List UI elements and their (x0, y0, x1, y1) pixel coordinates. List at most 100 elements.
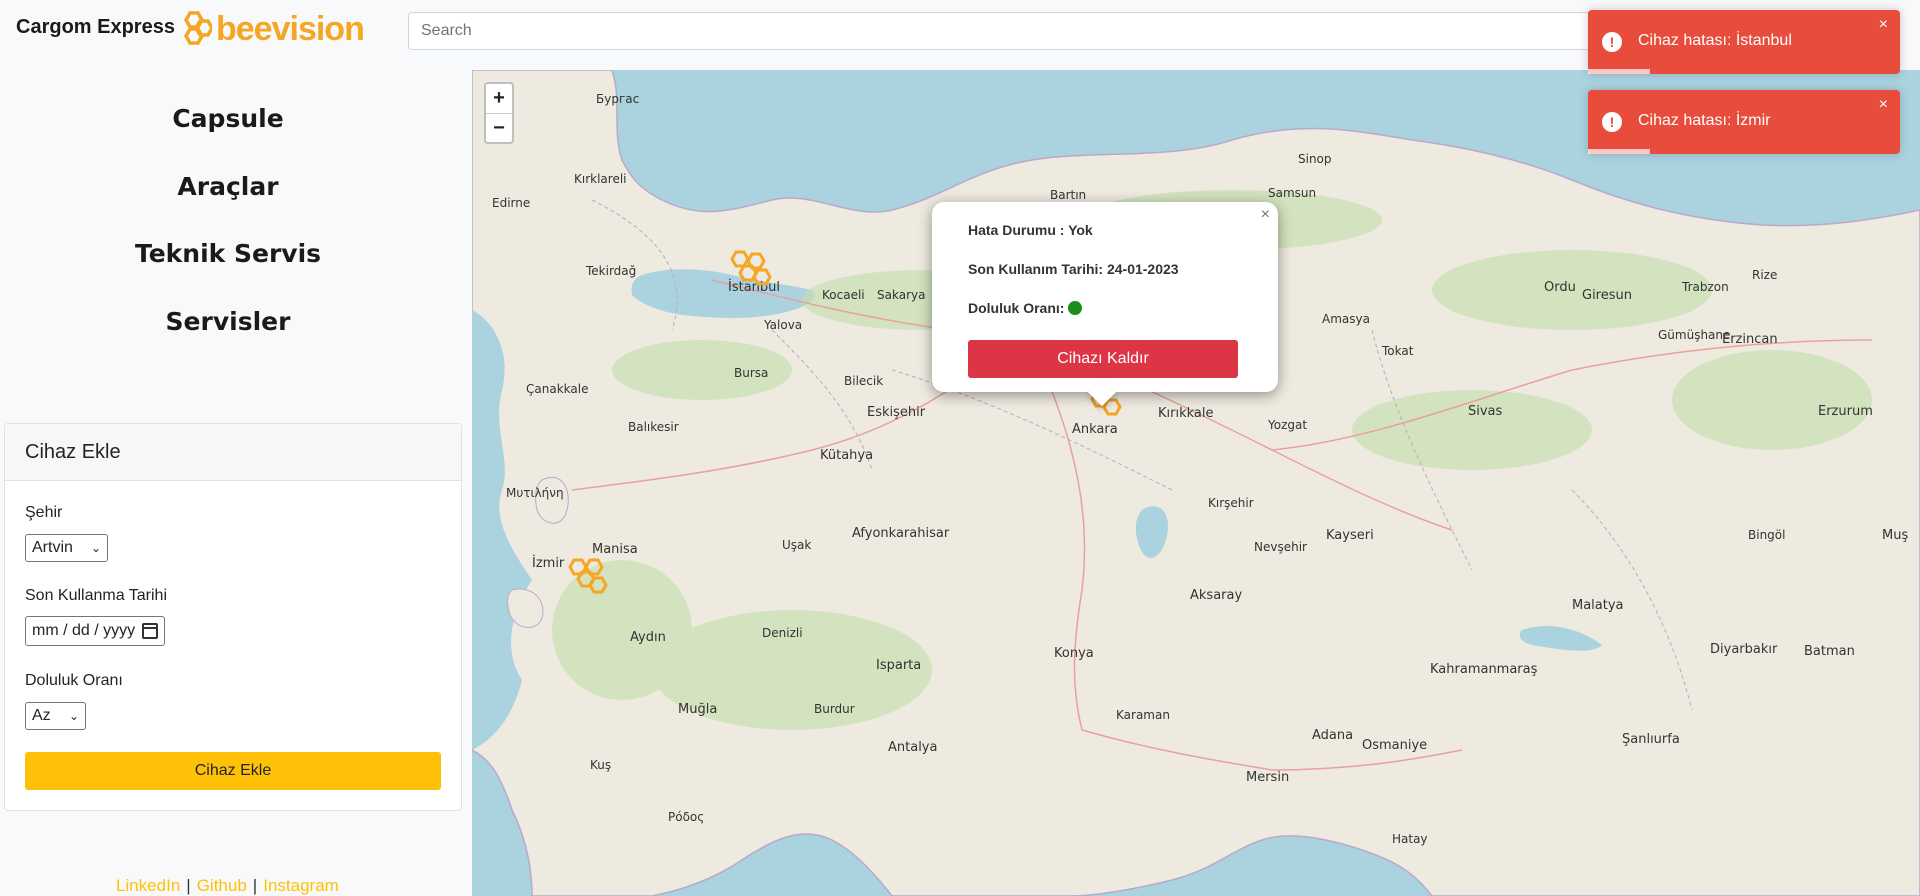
nav-item-araclar[interactable]: Araçlar (0, 172, 456, 201)
city-label-sanliurfa: Şanlıurfa (1622, 732, 1680, 747)
city-label-afyon: Afyonkarahisar (852, 526, 950, 541)
honeycomb-icon (183, 11, 212, 45)
add-device-card: Cihaz Ekle Şehir Artvin ⌄ Son Kullanma T… (4, 423, 462, 811)
city-label-erzurum: Erzurum (1818, 404, 1873, 419)
fill-rate-row: Doluluk Oranı: (968, 300, 1083, 316)
city-label-yalova: Yalova (764, 318, 803, 332)
city-label-nevsehir: Nevşehir (1254, 540, 1307, 554)
city-label-sakarya: Sakarya (877, 288, 926, 302)
calendar-icon[interactable] (142, 623, 158, 639)
city-label-mytilini: Μυτιλήνη (506, 486, 564, 500)
error-icon: ! (1602, 112, 1622, 132)
city-label-sivas: Sivas (1468, 404, 1503, 419)
city-label-kirikkale: Kırıkkale (1158, 406, 1214, 421)
city-label-sinop: Sinop (1298, 152, 1332, 166)
city-label-mugla: Muğla (678, 702, 718, 717)
city-label-mus: Muş (1882, 528, 1909, 543)
last-used-date-text: Son Kullanım Tarihi: 24-01-2023 (968, 261, 1179, 277)
city-label-eskisehir: Eskişehir (867, 405, 926, 420)
city-label-osmaniye: Osmaniye (1362, 738, 1428, 753)
separator: | (186, 876, 191, 895)
city-select[interactable]: Artvin ⌄ (25, 534, 108, 562)
city-label-batman: Batman (1804, 644, 1855, 659)
city-label-kirsehir: Kırşehir (1208, 496, 1254, 510)
fill-rate-value: Az (32, 707, 51, 724)
toast-message: Cihaz hatası: İzmir (1638, 112, 1771, 129)
city-label-kahramanmaras: Kahramanmaraş (1430, 662, 1538, 677)
city-label-malatya: Malatya (1572, 598, 1624, 613)
fill-rate-label: Doluluk Oranı (25, 672, 123, 689)
remove-device-button[interactable]: Cihazı Kaldır (968, 340, 1238, 378)
nav-item-teknik-servis[interactable]: Teknik Servis (0, 239, 456, 268)
date-placeholder: mm / dd / yyyy (32, 622, 136, 639)
city-label-edirne: Edirne (492, 196, 531, 210)
city-label-adana: Adana (1312, 728, 1354, 743)
add-device-button[interactable]: Cihaz Ekle (25, 752, 441, 790)
error-toast[interactable]: ! Cihaz hatası: İzmir × (1588, 90, 1900, 154)
toast-close-icon[interactable]: × (1879, 16, 1888, 34)
city-label-burgas: Бургас (596, 92, 640, 106)
zoom-out-button[interactable]: − (486, 113, 512, 142)
error-status-text: Hata Durumu : Yok (968, 222, 1093, 238)
city-label-kocaeli: Kocaeli (822, 288, 865, 302)
chevron-down-icon: ⌄ (68, 709, 79, 723)
city-label-gumushane: Gümüşhane (1658, 328, 1731, 342)
city-label-isparta: Isparta (876, 658, 922, 673)
city-label-giresun: Giresun (1582, 288, 1632, 303)
city-label-karaman: Karaman (1116, 708, 1170, 722)
city-label-kayseri: Kayseri (1326, 528, 1374, 543)
logo-text: beevision (216, 9, 365, 48)
instagram-link[interactable]: Instagram (263, 876, 339, 895)
brand-title[interactable]: Cargom Express (16, 16, 175, 39)
city-label-bingol: Bingöl (1748, 528, 1786, 542)
city-label: Şehir (25, 504, 63, 521)
map-view[interactable]: Бургас Kırklareli Edirne Tekirdağ İstanb… (472, 70, 1920, 896)
city-label-denizli: Denizli (762, 626, 803, 640)
city-label-mersin: Mersin (1246, 770, 1290, 785)
city-label-kus: Kuş (590, 758, 612, 772)
city-label-bilecik: Bilecik (844, 374, 884, 388)
city-label-antalya: Antalya (888, 740, 938, 755)
toast-progress-bar (1588, 149, 1650, 154)
chevron-down-icon: ⌄ (90, 541, 101, 555)
city-label-ordu: Ordu (1544, 280, 1576, 295)
fill-rate-select[interactable]: Az ⌄ (25, 702, 86, 730)
map-zoom-controls: + − (484, 82, 514, 144)
device-marker-izmir[interactable] (566, 558, 612, 598)
city-label-samsun: Samsun (1268, 186, 1317, 200)
city-label-kirklareli: Kırklareli (574, 172, 627, 186)
city-label-rodos: Ρόδος (668, 810, 705, 824)
city-label-amasya: Amasya (1322, 312, 1370, 326)
device-info-popup: × Hata Durumu : Yok Son Kullanım Tarihi:… (932, 202, 1278, 392)
nav-item-capsule[interactable]: Capsule (0, 104, 456, 133)
search-input[interactable] (408, 12, 1608, 50)
popup-close-icon[interactable]: × (1261, 206, 1270, 224)
github-link[interactable]: Github (197, 876, 247, 895)
error-toast[interactable]: ! Cihaz hatası: İstanbul × (1588, 10, 1900, 74)
expiry-date-input[interactable]: mm / dd / yyyy (25, 616, 165, 646)
footer-links: LinkedIn | Github | Instagram (116, 876, 339, 896)
city-label-manisa: Manisa (592, 542, 638, 557)
map-tiles (472, 70, 1920, 896)
linkedin-link[interactable]: LinkedIn (116, 876, 180, 895)
city-label-trabzon: Trabzon (1682, 280, 1729, 294)
expiry-date-label: Son Kullanma Tarihi (25, 587, 168, 604)
zoom-in-button[interactable]: + (486, 84, 512, 113)
city-select-value: Artvin (32, 539, 73, 556)
fill-rate-label: Doluluk Oranı: (968, 300, 1065, 316)
city-label-canakkale: Çanakkale (526, 382, 589, 396)
toast-progress-bar (1588, 69, 1650, 74)
nav-item-servisler[interactable]: Servisler (0, 307, 456, 336)
fill-status-dot-icon (1068, 301, 1083, 315)
city-label-bartin: Bartın (1050, 188, 1087, 202)
city-label-usak: Uşak (782, 538, 812, 552)
toast-close-icon[interactable]: × (1879, 96, 1888, 114)
city-label-burdur: Burdur (814, 702, 855, 716)
toast-message: Cihaz hatası: İstanbul (1638, 32, 1792, 49)
card-title: Cihaz Ekle (5, 424, 461, 481)
city-label-tokat: Tokat (1382, 344, 1414, 358)
city-label-yozgat: Yozgat (1268, 418, 1308, 432)
city-label-aydin: Aydın (630, 630, 666, 645)
error-icon: ! (1602, 32, 1622, 52)
device-marker-istanbul[interactable] (728, 250, 774, 290)
